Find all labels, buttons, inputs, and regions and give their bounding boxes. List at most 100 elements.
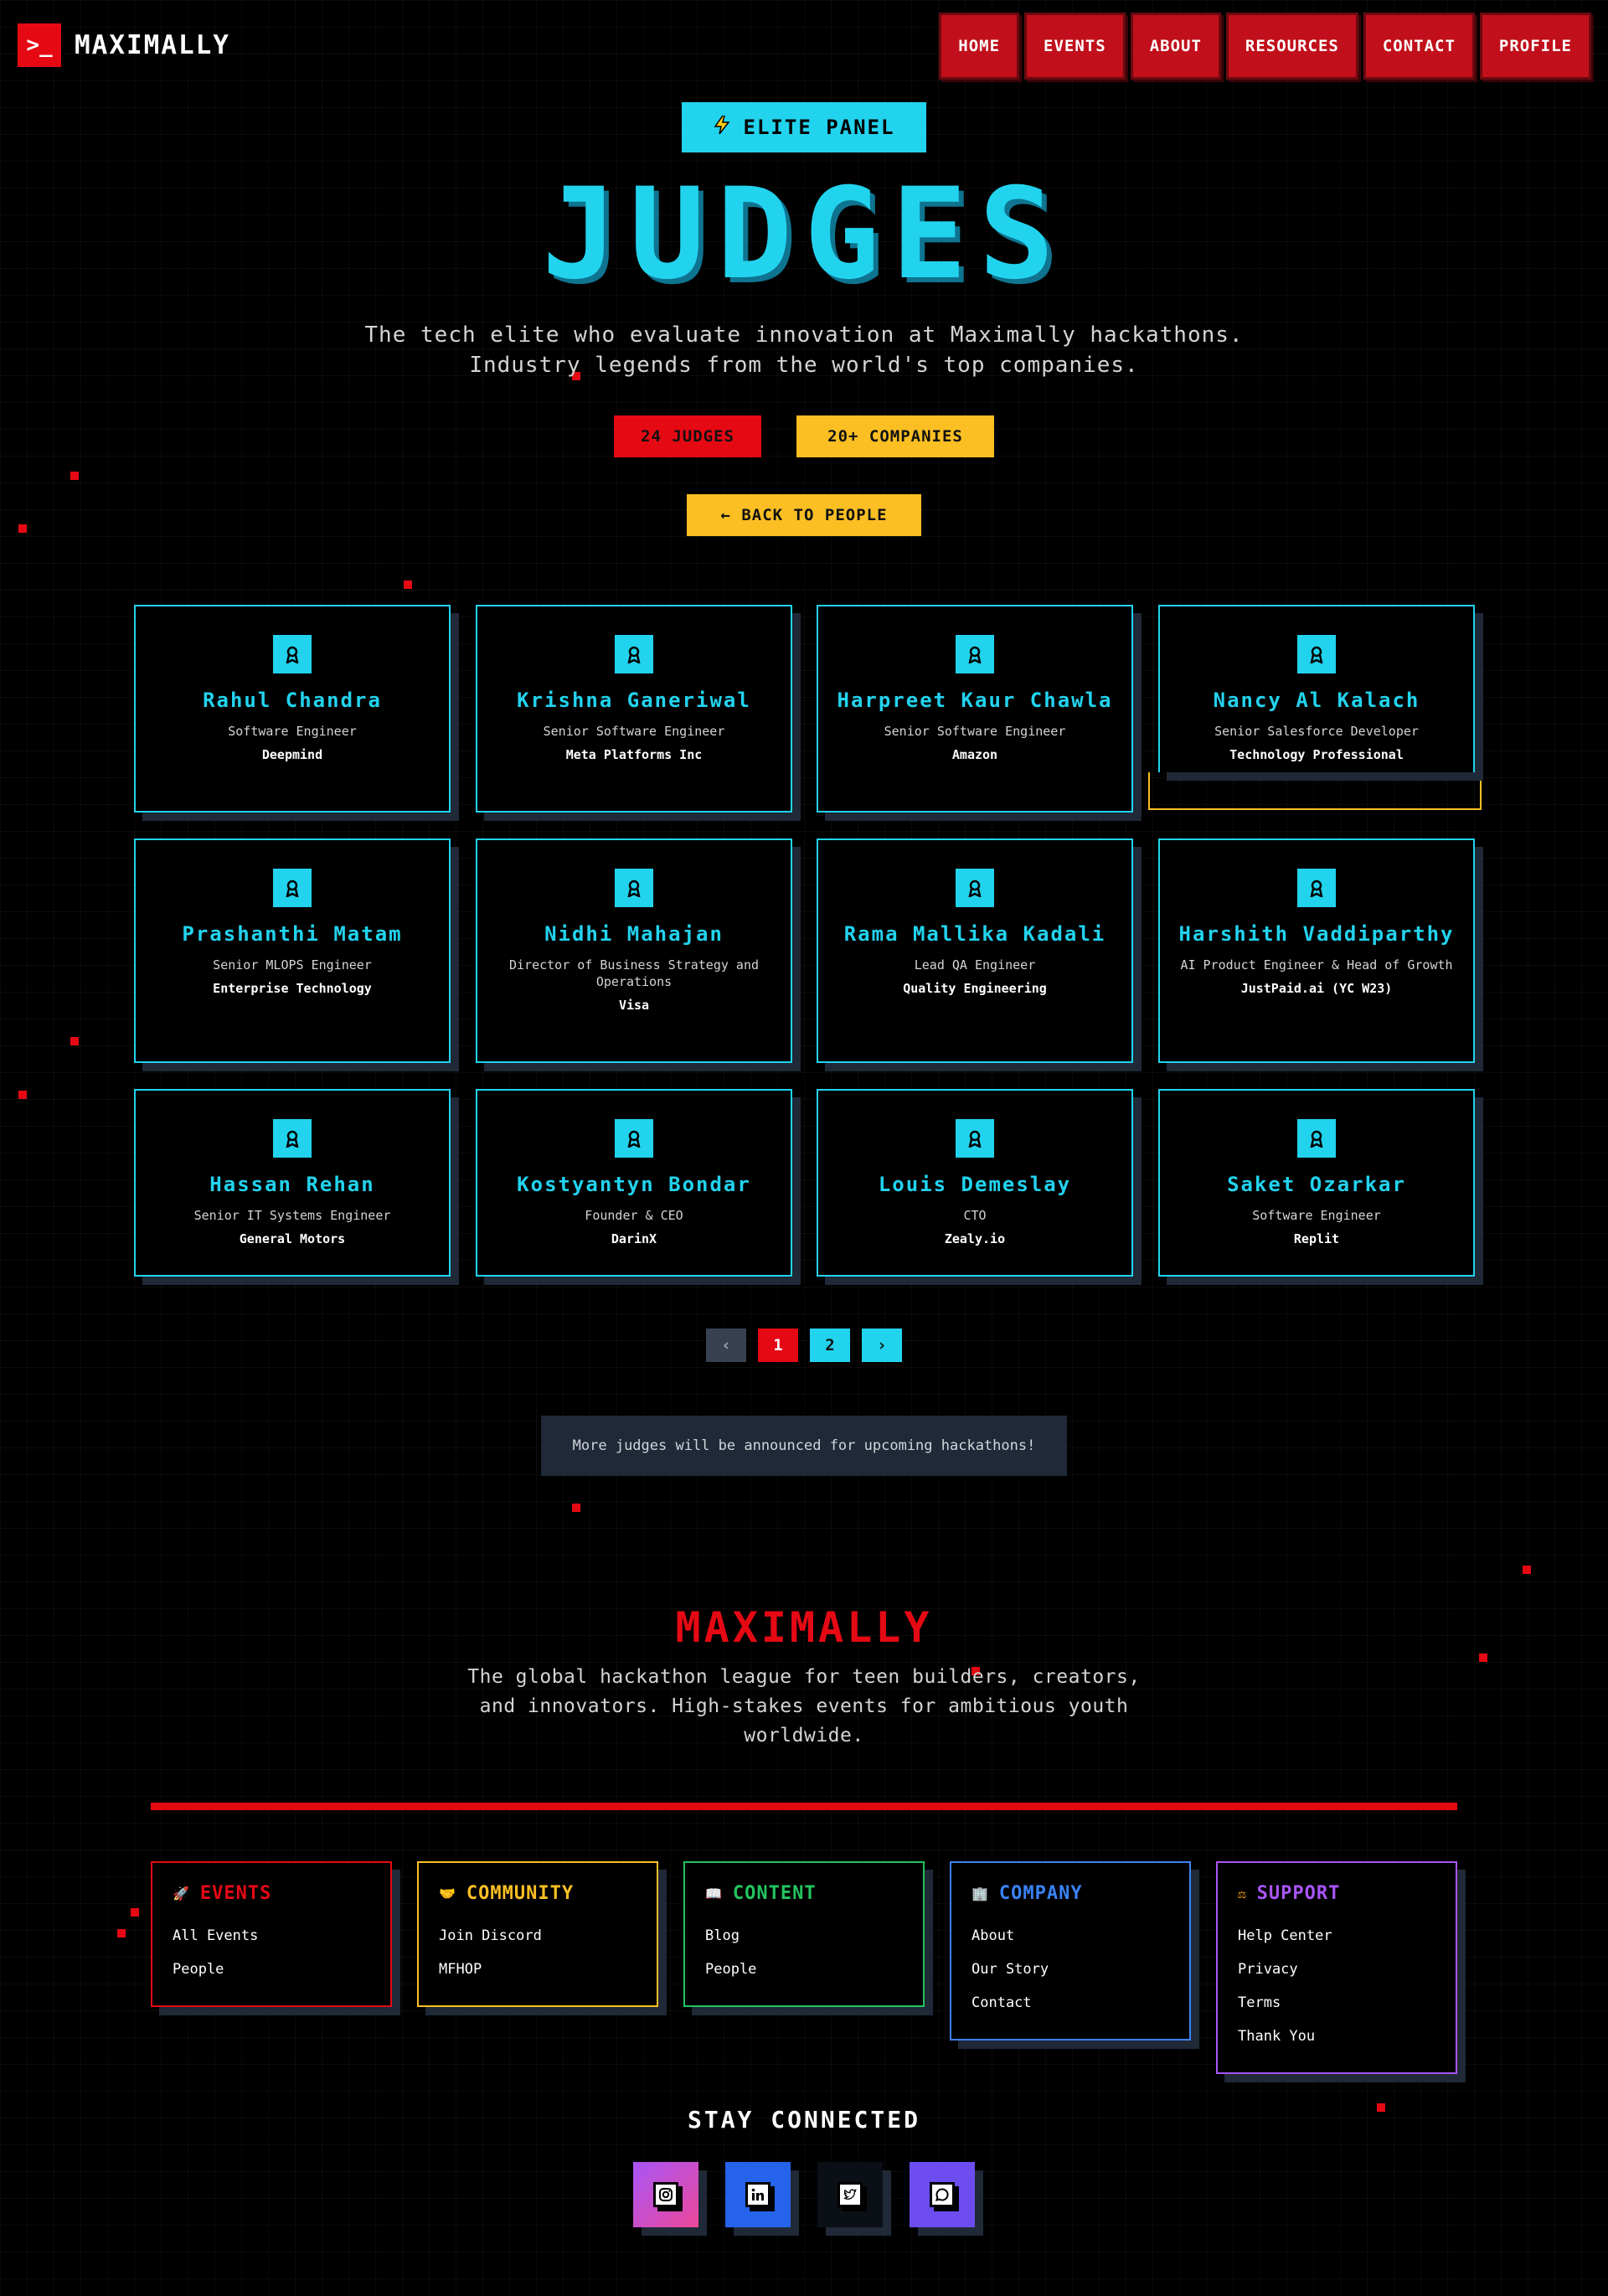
- judge-name: Harshith Vaddiparthy: [1178, 922, 1455, 946]
- terminal-icon: >_: [18, 23, 61, 67]
- judge-company: Amazon: [951, 747, 998, 762]
- judge-card[interactable]: Nancy Al Kalach Senior Salesforce Develo…: [1158, 605, 1475, 772]
- social-links: [633, 2162, 975, 2227]
- footer-link-people[interactable]: People: [705, 1953, 903, 1986]
- footer-heading-label: SUPPORT: [1256, 1883, 1341, 1904]
- footer-heading-label: CONTENT: [732, 1883, 817, 1904]
- footer-heading-label: COMMUNITY: [466, 1883, 575, 1904]
- decor-pixel: [18, 1091, 27, 1099]
- next-page-button[interactable]: ›: [862, 1329, 902, 1362]
- footer-heading-label: EVENTS: [199, 1883, 272, 1904]
- footer-tagline: The global hackathon league for teen bui…: [467, 1666, 1141, 1747]
- award-icon: [273, 1119, 312, 1158]
- footer-column-heading: 🤝 COMMUNITY: [439, 1883, 636, 1904]
- footer-link-join-discord[interactable]: Join Discord: [439, 1919, 636, 1953]
- award-icon: [1297, 1119, 1336, 1158]
- prev-page-button[interactable]: ‹: [706, 1329, 746, 1362]
- lightning-icon: [714, 115, 730, 139]
- footer-link-mfhop[interactable]: MFHOP: [439, 1953, 636, 1986]
- judges-count-badge: 24 JUDGES: [614, 415, 761, 457]
- judge-role: Software Engineer: [228, 724, 357, 739]
- page-2-button[interactable]: 2: [810, 1329, 850, 1362]
- judge-name: Harpreet Kaur Chawla: [837, 689, 1113, 712]
- judge-role: Senior IT Systems Engineer: [193, 1208, 391, 1223]
- heart-hands-icon: 🤝: [439, 1886, 456, 1901]
- discord-button[interactable]: [910, 2162, 975, 2227]
- award-icon: [1297, 869, 1336, 907]
- judge-company: Replit: [1293, 1231, 1340, 1246]
- judge-card[interactable]: Krishna Ganeriwal Senior Software Engine…: [476, 605, 792, 813]
- footer-link-people[interactable]: People: [173, 1953, 370, 1986]
- footer-link-privacy[interactable]: Privacy: [1238, 1953, 1435, 1986]
- judge-company: General Motors: [239, 1231, 346, 1246]
- award-icon: [273, 635, 312, 673]
- nav-home[interactable]: HOME: [939, 13, 1020, 80]
- decor-pixel: [70, 472, 79, 480]
- judge-name: Nidhi Mahajan: [544, 922, 724, 946]
- judge-card[interactable]: Nidhi Mahajan Director of Business Strat…: [476, 838, 792, 1063]
- footer-link-about[interactable]: About: [972, 1919, 1169, 1953]
- pagination: ‹ 1 2 ›: [706, 1329, 902, 1362]
- linkedin-button[interactable]: [725, 2162, 791, 2227]
- discord-icon: [930, 2182, 955, 2207]
- judge-card[interactable]: Hassan Rehan Senior IT Systems Engineer …: [134, 1089, 451, 1277]
- judge-card[interactable]: Saket Ozarkar Software Engineer Replit: [1158, 1089, 1475, 1277]
- nav-events[interactable]: EVENTS: [1024, 13, 1126, 80]
- judge-role: AI Product Engineer & Head of Growth: [1180, 957, 1453, 973]
- linkedin-icon: [745, 2182, 770, 2207]
- judge-company: Visa: [618, 998, 650, 1013]
- award-icon: [273, 869, 312, 907]
- logo[interactable]: >_ MAXIMALLY: [18, 23, 230, 67]
- footer-link-terms[interactable]: Terms: [1238, 1986, 1435, 2020]
- footer-link-help-center[interactable]: Help Center: [1238, 1919, 1435, 1953]
- footer-heading-label: COMPANY: [998, 1883, 1083, 1904]
- more-judges-notice: More judges will be announced for upcomi…: [541, 1416, 1067, 1476]
- judge-role: Software Engineer: [1252, 1208, 1381, 1223]
- footer-column-events: 🚀 EVENTS All Events People: [151, 1861, 392, 2007]
- instagram-button[interactable]: [633, 2162, 698, 2227]
- judge-card[interactable]: Rahul Chandra Software Engineer Deepmind: [134, 605, 451, 813]
- award-icon: [1297, 635, 1336, 673]
- footer-link-thank-you[interactable]: Thank You: [1238, 2020, 1435, 2053]
- nav-profile[interactable]: PROFILE: [1479, 13, 1591, 80]
- footer-column-heading: ⚖ SUPPORT: [1238, 1883, 1435, 1904]
- judge-card[interactable]: Louis Demeslay CTO Zealy.io: [817, 1089, 1133, 1277]
- judge-company: DarinX: [611, 1231, 657, 1246]
- footer-link-our-story[interactable]: Our Story: [972, 1953, 1169, 1986]
- award-icon: [615, 1119, 653, 1158]
- award-icon: [956, 869, 994, 907]
- nav-resources[interactable]: RESOURCES: [1225, 13, 1358, 80]
- card-hover-outline: [1148, 772, 1482, 810]
- judge-company: Deepmind: [261, 747, 323, 762]
- twitter-button[interactable]: [817, 2162, 883, 2227]
- judge-card[interactable]: Harshith Vaddiparthy AI Product Engineer…: [1158, 838, 1475, 1063]
- footer-column-content: 📖 CONTENT Blog People: [683, 1861, 925, 2007]
- building-icon: 🏢: [972, 1886, 989, 1901]
- instagram-icon: [653, 2182, 678, 2207]
- footer-link-blog[interactable]: Blog: [705, 1919, 903, 1953]
- judge-name: Saket Ozarkar: [1227, 1173, 1406, 1196]
- judge-card[interactable]: Kostyantyn Bondar Founder & CEO DarinX: [476, 1089, 792, 1277]
- elite-panel-label: ELITE PANEL: [743, 116, 895, 139]
- judge-role: Senior Salesforce Developer: [1214, 724, 1419, 739]
- judge-card[interactable]: Prashanthi Matam Senior MLOPS Engineer E…: [134, 838, 451, 1063]
- footer-link-all-events[interactable]: All Events: [173, 1919, 370, 1953]
- nav-about[interactable]: ABOUT: [1130, 13, 1221, 80]
- judge-company: JustPaid.ai (YC W23): [1240, 981, 1393, 996]
- judge-card[interactable]: Rama Mallika Kadali Lead QA Engineer Qua…: [817, 838, 1133, 1063]
- book-icon: 📖: [705, 1886, 723, 1901]
- twitter-icon: [838, 2182, 863, 2207]
- footer-column-heading: 🚀 EVENTS: [173, 1883, 370, 1904]
- page-subtitle: The tech elite who evaluate innovation a…: [364, 322, 1244, 378]
- back-to-people-button[interactable]: ← BACK TO PEOPLE: [687, 494, 921, 536]
- award-icon: [956, 1119, 994, 1158]
- page-1-button[interactable]: 1: [758, 1329, 798, 1362]
- judge-role: CTO: [963, 1208, 987, 1223]
- judge-company: Meta Platforms Inc: [565, 747, 703, 762]
- footer-link-contact[interactable]: Contact: [972, 1986, 1169, 2020]
- nav-contact[interactable]: CONTACT: [1363, 13, 1475, 80]
- judge-card[interactable]: Harpreet Kaur Chawla Senior Software Eng…: [817, 605, 1133, 813]
- decor-pixel: [70, 1037, 79, 1045]
- judge-name: Krishna Ganeriwal: [517, 689, 751, 712]
- footer-brand: MAXIMALLY: [675, 1603, 933, 1652]
